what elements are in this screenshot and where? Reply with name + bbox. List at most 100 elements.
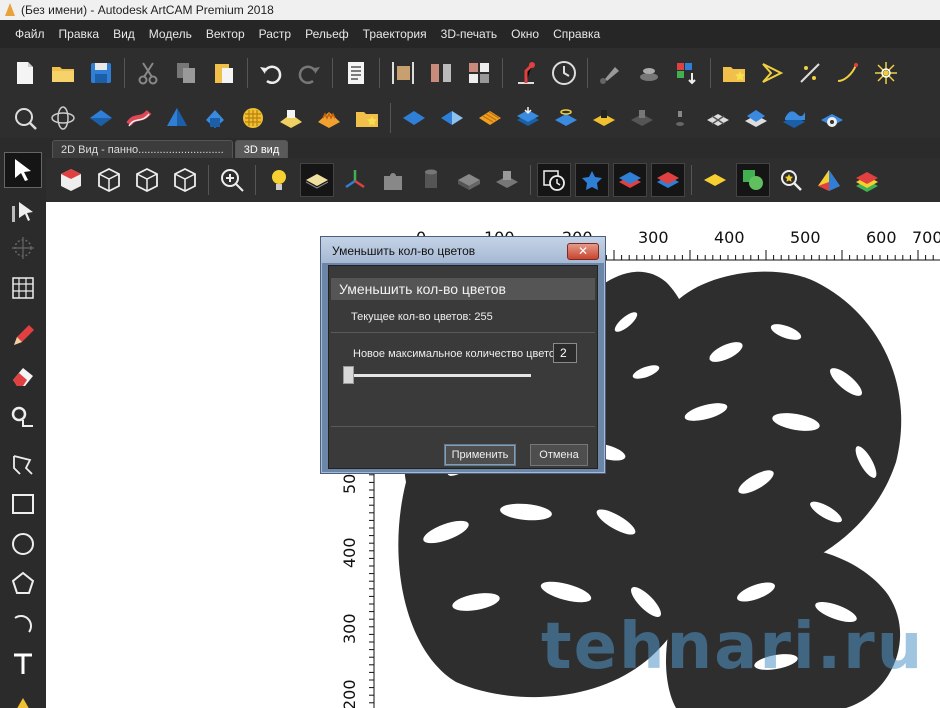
rectangle-icon[interactable] (4, 486, 42, 522)
menu-view[interactable]: Вид (106, 20, 142, 48)
undo-icon[interactable] (254, 56, 288, 90)
relief-rotate-icon[interactable] (815, 101, 849, 135)
relief-stripes-icon[interactable] (473, 101, 507, 135)
relief-blue-icon[interactable] (84, 101, 118, 135)
layers-blue-icon[interactable] (613, 163, 647, 197)
relief-cross-icon[interactable] (701, 101, 735, 135)
relief-small-icon[interactable] (663, 101, 697, 135)
cylinder-icon[interactable] (414, 163, 448, 197)
folder-star-icon[interactable] (350, 101, 384, 135)
tab-2d-view[interactable]: 2D Вид - панно..........................… (52, 140, 233, 158)
grid-icon[interactable] (462, 56, 496, 90)
cut-icon[interactable] (131, 56, 165, 90)
node-edit-icon[interactable] (4, 194, 42, 230)
polyline-icon[interactable] (4, 446, 42, 482)
paint-icon[interactable] (594, 56, 628, 90)
menu-3d-print[interactable]: 3D-печать (434, 20, 505, 48)
stack-icon[interactable] (632, 56, 666, 90)
menu-toolpath[interactable]: Траектория (356, 20, 434, 48)
menu-window[interactable]: Окно (504, 20, 546, 48)
menu-file[interactable]: Файл (8, 20, 52, 48)
menu-bitmap[interactable]: Растр (252, 20, 298, 48)
arc-icon[interactable] (4, 606, 42, 642)
relief-layers-icon[interactable] (739, 101, 773, 135)
close-button[interactable]: ✕ (567, 243, 599, 260)
scan-icon[interactable] (490, 163, 524, 197)
clock-icon[interactable] (537, 163, 571, 197)
new-file-icon[interactable] (8, 56, 42, 90)
clock-icon[interactable] (547, 56, 581, 90)
pyramid-icon[interactable] (812, 163, 846, 197)
relief-split-icon[interactable] (435, 101, 469, 135)
relief-orange-icon[interactable] (312, 101, 346, 135)
star-blue-icon[interactable] (575, 163, 609, 197)
relief-blue-2-icon[interactable] (160, 101, 194, 135)
resize-icon[interactable] (386, 56, 420, 90)
menu-relief[interactable]: Рельеф (298, 20, 356, 48)
relief-gold-icon[interactable] (587, 101, 621, 135)
mesh-icon[interactable] (4, 270, 42, 306)
pencil-icon[interactable] (4, 318, 42, 354)
menu-help[interactable]: Справка (546, 20, 607, 48)
copy-icon[interactable] (169, 56, 203, 90)
star-burst-icon[interactable] (869, 56, 903, 90)
tab-3d-view[interactable]: 3D вид (234, 140, 289, 158)
zoom-fit-icon[interactable] (8, 101, 42, 135)
save-icon[interactable] (84, 56, 118, 90)
max-colors-field[interactable]: 2 (553, 343, 577, 363)
text-icon[interactable] (4, 646, 42, 682)
menu-model[interactable]: Модель (142, 20, 199, 48)
relief-stack-icon[interactable] (511, 101, 545, 135)
cube-solid-icon[interactable] (54, 163, 88, 197)
cube-front-icon[interactable] (92, 163, 126, 197)
zoom-star-icon[interactable] (774, 163, 808, 197)
puzzle-icon[interactable] (376, 163, 410, 197)
relief-wave-icon[interactable] (777, 101, 811, 135)
plane-yellow-icon[interactable] (698, 163, 732, 197)
redo-icon[interactable] (292, 56, 326, 90)
notes-icon[interactable] (339, 56, 373, 90)
colors-slider-thumb[interactable] (343, 366, 354, 384)
plane-icon[interactable] (300, 163, 334, 197)
relief-arrows-icon[interactable] (549, 101, 583, 135)
color-sort-icon[interactable] (670, 56, 704, 90)
cancel-button[interactable]: Отмена (530, 444, 588, 466)
box-icon[interactable] (452, 163, 486, 197)
colors-slider-track[interactable] (351, 374, 531, 377)
light-bulb-icon[interactable] (262, 163, 296, 197)
dialog-divider (331, 332, 595, 333)
relief-flat-icon[interactable] (397, 101, 431, 135)
warning-icon[interactable] (4, 686, 42, 708)
toolbar-separator (530, 165, 531, 195)
cube-top-icon[interactable] (168, 163, 202, 197)
curve-icon[interactable] (831, 56, 865, 90)
circle-icon[interactable] (4, 526, 42, 562)
menu-edit[interactable]: Правка (52, 20, 107, 48)
folder-star-icon[interactable] (717, 56, 751, 90)
menu-vector[interactable]: Вектор (199, 20, 252, 48)
apply-button[interactable]: Применить (444, 444, 516, 466)
open-folder-icon[interactable] (46, 56, 80, 90)
shapes-green-icon[interactable] (736, 163, 770, 197)
lamp-icon[interactable] (509, 56, 543, 90)
paste-icon[interactable] (207, 56, 241, 90)
weave-icon[interactable] (236, 101, 270, 135)
stairs-icon[interactable] (850, 163, 884, 197)
relief-dark-icon[interactable] (625, 101, 659, 135)
layers-red-icon[interactable] (651, 163, 685, 197)
cube-side-icon[interactable] (130, 163, 164, 197)
transform-icon[interactable] (4, 230, 42, 266)
relief-blue-3-icon[interactable] (198, 101, 232, 135)
eraser-icon[interactable] (4, 358, 42, 394)
sparkle-icon[interactable] (793, 56, 827, 90)
measure-icon[interactable] (4, 398, 42, 434)
relief-yellow-icon[interactable] (274, 101, 308, 135)
split-icon[interactable] (424, 56, 458, 90)
atom-icon[interactable] (46, 101, 80, 135)
zoom-in-icon[interactable] (215, 163, 249, 197)
polygon-icon[interactable] (4, 566, 42, 602)
relief-red-icon[interactable] (122, 101, 156, 135)
axes-icon[interactable] (338, 163, 372, 197)
select-arrow-icon[interactable] (4, 152, 42, 188)
vector-arrow-icon[interactable] (755, 56, 789, 90)
